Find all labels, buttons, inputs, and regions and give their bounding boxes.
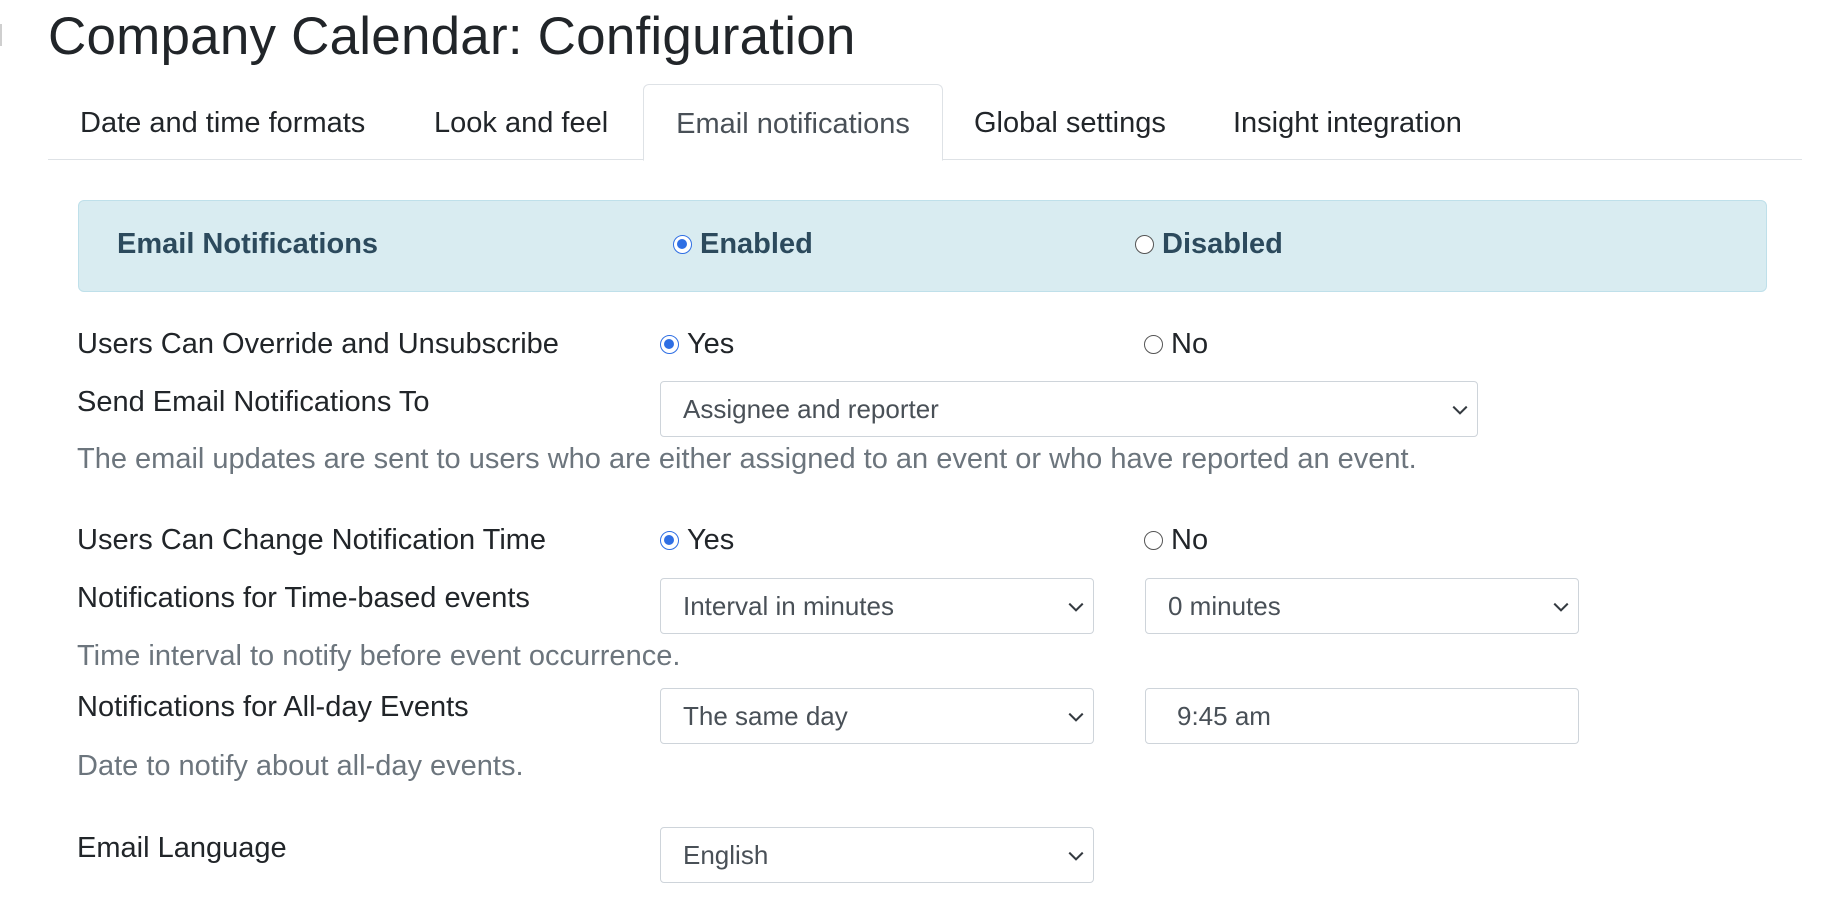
email-language-label: Email Language bbox=[77, 832, 287, 864]
send-to-help: The email updates are sent to users who … bbox=[77, 443, 1417, 475]
radio-unchecked-icon bbox=[1144, 531, 1163, 550]
email-enabled-radio[interactable]: Enabled bbox=[673, 228, 813, 261]
tab-global-settings[interactable]: Global settings bbox=[974, 84, 1166, 160]
tab-look-and-feel[interactable]: Look and feel bbox=[434, 84, 608, 160]
all-day-day-select[interactable]: The same day bbox=[660, 688, 1094, 744]
override-yes-radio[interactable]: Yes bbox=[660, 328, 734, 361]
email-notifications-label: Email Notifications bbox=[117, 228, 379, 260]
override-no-radio[interactable]: No bbox=[1144, 328, 1208, 361]
radio-checked-icon bbox=[660, 531, 679, 550]
chevron-down-icon bbox=[1068, 712, 1084, 722]
time-based-help: Time interval to notify before event occ… bbox=[77, 640, 681, 672]
all-day-time-input[interactable]: 9:45 am bbox=[1145, 688, 1579, 744]
tab-email-notifications[interactable]: Email notifications bbox=[643, 84, 943, 161]
send-to-label: Send Email Notifications To bbox=[77, 386, 430, 418]
chevron-down-icon bbox=[1553, 602, 1569, 612]
tab-bar: Date and time formats Look and feel Emai… bbox=[48, 84, 1802, 161]
email-notifications-banner: Email Notifications Enabled Disabled bbox=[78, 200, 1767, 292]
override-label: Users Can Override and Unsubscribe bbox=[77, 328, 559, 360]
time-based-mode-select[interactable]: Interval in minutes bbox=[660, 578, 1094, 634]
radio-checked-icon bbox=[673, 235, 692, 254]
send-to-select[interactable]: Assignee and reporter bbox=[660, 381, 1478, 437]
change-time-label: Users Can Change Notification Time bbox=[77, 524, 547, 556]
all-day-label: Notifications for All-day Events bbox=[77, 691, 469, 723]
radio-checked-icon bbox=[660, 335, 679, 354]
chevron-down-icon bbox=[1068, 851, 1084, 861]
email-disabled-radio[interactable]: Disabled bbox=[1135, 228, 1283, 261]
change-time-no-radio[interactable]: No bbox=[1144, 524, 1208, 557]
chevron-down-icon bbox=[1452, 405, 1468, 415]
tab-date-time-formats[interactable]: Date and time formats bbox=[80, 84, 365, 160]
page-title: Company Calendar: Configuration bbox=[48, 7, 856, 66]
email-language-select[interactable]: English bbox=[660, 827, 1094, 883]
all-day-help: Date to notify about all-day events. bbox=[77, 750, 524, 782]
change-time-yes-radio[interactable]: Yes bbox=[660, 524, 734, 557]
radio-unchecked-icon bbox=[1144, 335, 1163, 354]
edge-marker bbox=[0, 24, 2, 46]
time-based-label: Notifications for Time-based events bbox=[77, 582, 530, 614]
time-based-interval-select[interactable]: 0 minutes bbox=[1145, 578, 1579, 634]
tab-insight-integration[interactable]: Insight integration bbox=[1233, 84, 1462, 160]
radio-unchecked-icon bbox=[1135, 235, 1154, 254]
chevron-down-icon bbox=[1068, 602, 1084, 612]
